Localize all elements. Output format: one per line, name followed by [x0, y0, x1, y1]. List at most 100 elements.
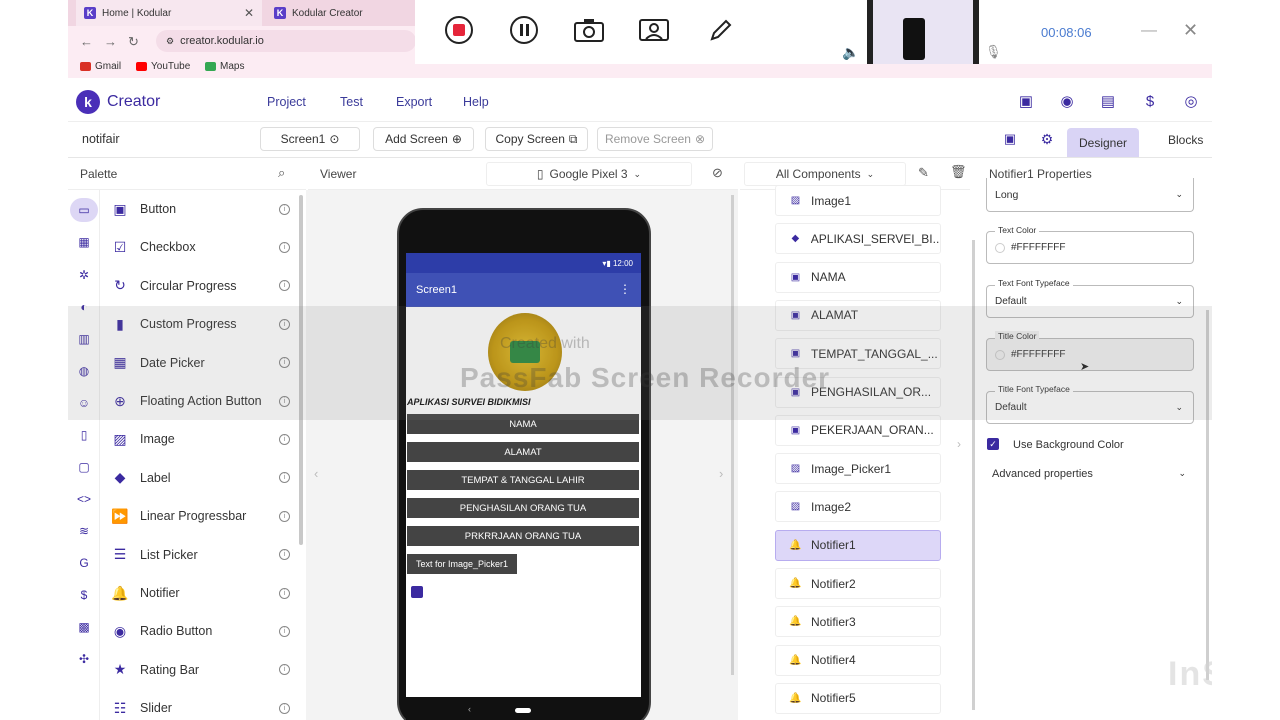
library-icon[interactable]: ▤	[1099, 93, 1117, 111]
browser-tab-creator[interactable]: K Kodular Creator	[266, 0, 416, 26]
palette-item[interactable]: ☷ Slider i	[100, 689, 304, 720]
bookmark-gmail[interactable]: Gmail	[80, 61, 121, 72]
info-icon[interactable]: i	[279, 357, 290, 369]
palette-item[interactable]: ▦ Date Picker i	[100, 344, 304, 382]
chevron-left-icon[interactable]: ‹	[314, 466, 318, 481]
component-item[interactable]: 🔔 Notifier1	[775, 529, 941, 561]
info-icon[interactable]: i	[279, 395, 290, 407]
component-item[interactable]: ◆ APLIKASI_SERVEI_BI...	[775, 223, 941, 255]
image-placeholder-icon[interactable]	[411, 586, 423, 598]
component-item[interactable]: 🔔 Notifier2	[775, 568, 941, 599]
info-icon[interactable]: i	[279, 510, 290, 522]
copy-screen-button[interactable]: Copy Screen ⧉	[485, 127, 588, 151]
dollar-icon[interactable]: $	[1141, 93, 1159, 111]
palette-item[interactable]: 🔔 Notifier i	[100, 574, 304, 612]
monetization-category-icon[interactable]: $	[76, 587, 92, 603]
edit-icon[interactable]: ✎	[918, 165, 929, 181]
media-category-icon[interactable]: ✲	[76, 267, 92, 283]
menu-test[interactable]: Test	[340, 95, 363, 109]
folder-icon[interactable]: ▣	[1017, 93, 1035, 111]
account-icon[interactable]: ◎	[1182, 93, 1200, 111]
phone-button[interactable]: NAMA	[407, 414, 639, 434]
blocks-tab[interactable]: Blocks	[1168, 133, 1203, 147]
designer-tab[interactable]: Designer	[1067, 128, 1139, 157]
close-icon[interactable]: ✕	[244, 6, 254, 20]
component-item[interactable]: ▣ NAMA	[775, 261, 941, 293]
social-category-icon[interactable]: ☺	[76, 395, 92, 411]
phone-button[interactable]: ALAMAT	[407, 442, 639, 462]
visibility-off-icon[interactable]: ⊘	[712, 165, 723, 181]
menu-export[interactable]: Export	[396, 95, 432, 109]
utilities-category-icon[interactable]: ▢	[76, 459, 92, 475]
info-icon[interactable]: i	[279, 241, 290, 253]
screenshot-button[interactable]	[573, 14, 605, 46]
palette-item[interactable]: ▣ Button i	[100, 190, 304, 228]
palette-item[interactable]: ↻ Circular Progress i	[100, 267, 304, 305]
component-item[interactable]: 🔔 Notifier4	[775, 644, 941, 676]
storage-category-icon[interactable]: ▯	[76, 427, 92, 443]
info-icon[interactable]: i	[279, 318, 290, 330]
bookmark-youtube[interactable]: YouTube	[136, 61, 190, 72]
info-icon[interactable]: i	[279, 702, 290, 714]
search-icon[interactable]: ⌕	[278, 165, 285, 181]
component-item[interactable]: 🔔 Notifier3	[775, 606, 941, 638]
collapse-panel-icon[interactable]: ›	[957, 437, 961, 451]
speaker-icon[interactable]: 🔈	[842, 44, 859, 61]
pause-button[interactable]	[508, 14, 540, 46]
use-background-checkbox[interactable]: ✓	[987, 438, 999, 450]
palette-item[interactable]: ⊕ Floating Action Button i	[100, 382, 304, 420]
info-icon[interactable]: i	[279, 625, 290, 637]
add-screen-button[interactable]: Add Screen ⊕	[373, 127, 474, 151]
forward-arrow-icon[interactable]: →	[104, 34, 117, 49]
info-icon[interactable]: i	[279, 472, 290, 484]
kodular-logo-icon[interactable]: k	[76, 90, 100, 114]
user-interface-category-icon[interactable]: ▭	[76, 202, 92, 218]
code-category-icon[interactable]: <>	[76, 491, 92, 507]
info-icon[interactable]: i	[279, 549, 290, 561]
back-arrow-icon[interactable]: ←	[80, 34, 93, 49]
palette-item[interactable]: ☰ List Picker i	[100, 536, 304, 574]
info-icon[interactable]: i	[279, 587, 290, 599]
extensions-category-icon[interactable]: ▩	[76, 619, 92, 635]
microphone-icon[interactable]: 🎙	[985, 44, 1002, 60]
component-item[interactable]: ▣ ALAMAT	[775, 299, 941, 331]
component-item[interactable]: ▨ Image1	[775, 185, 941, 216]
info-icon[interactable]: i	[279, 664, 290, 676]
chevron-right-icon[interactable]: ›	[719, 466, 723, 481]
palette-scrollbar[interactable]	[299, 195, 303, 545]
phone-button[interactable]: TEMPAT & TANGGAL LAHIR	[407, 470, 639, 490]
duration-select[interactable]: Long ⌄	[986, 178, 1194, 212]
advanced-properties-toggle[interactable]: Advanced properties ⌄	[992, 468, 1192, 484]
components-scrollbar[interactable]	[972, 240, 975, 710]
menu-project[interactable]: Project	[267, 95, 306, 109]
component-item[interactable]: ▨ Image_Picker1	[775, 453, 941, 485]
phone-button[interactable]: PRKRRJAAN ORANG TUA	[407, 526, 639, 546]
image-picker-button[interactable]: Text for Image_Picker1	[407, 554, 517, 574]
palette-item[interactable]: ▮ Custom Progress i	[100, 305, 304, 343]
minimize-icon[interactable]: —	[1141, 22, 1157, 40]
gear-icon[interactable]: ⚙	[1038, 130, 1056, 148]
info-icon[interactable]: i	[279, 433, 290, 445]
palette-item[interactable]: ▨ Image i	[100, 420, 304, 458]
properties-scrollbar[interactable]	[1206, 310, 1209, 680]
bookmark-maps[interactable]: Maps	[205, 61, 244, 72]
device-select[interactable]: ▯ Google Pixel 3 ⌄	[486, 162, 692, 186]
puzzle-category-icon[interactable]: ✣	[76, 651, 92, 667]
info-icon[interactable]: i	[279, 203, 290, 215]
close-icon[interactable]: ✕	[1183, 20, 1198, 41]
component-item[interactable]: ▨ Image2	[775, 491, 941, 523]
text-color-field[interactable]: #FFFFFFFF	[986, 231, 1194, 264]
menu-help[interactable]: Help	[463, 95, 489, 109]
title-font-select[interactable]: Default ⌄	[986, 391, 1194, 424]
browser-tab-home[interactable]: K Home | Kodular ✕	[76, 0, 262, 26]
reload-icon[interactable]: ↻	[128, 34, 139, 50]
palette-item[interactable]: ☑ Checkbox i	[100, 228, 304, 266]
connectivity-category-icon[interactable]: ≋	[76, 523, 92, 539]
google-category-icon[interactable]: G	[76, 555, 92, 571]
palette-item[interactable]: ★ Rating Bar i	[100, 651, 304, 689]
palette-item[interactable]: ◉ Radio Button i	[100, 612, 304, 650]
info-icon[interactable]: i	[279, 280, 290, 292]
title-color-field[interactable]: #FFFFFFFF	[986, 338, 1194, 371]
viewer-scrollbar[interactable]	[731, 195, 734, 675]
component-item[interactable]: 🔔 Notifier5	[775, 682, 941, 714]
